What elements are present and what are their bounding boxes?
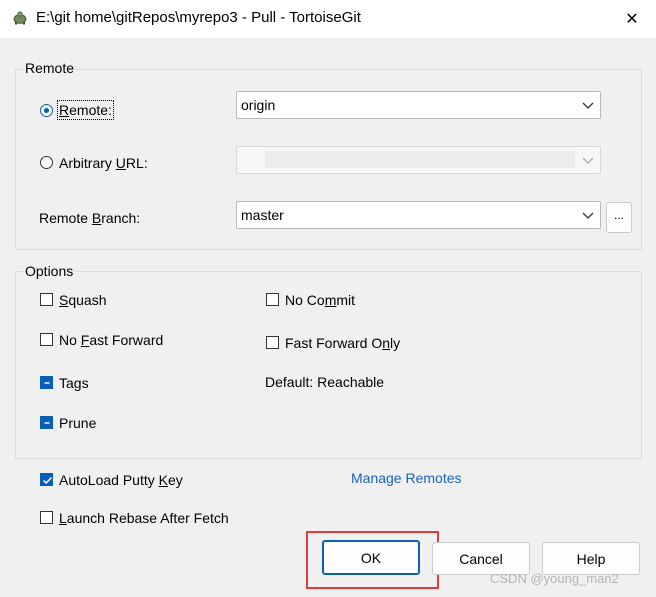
no-commit-checkbox[interactable] xyxy=(266,293,279,306)
fast-forward-only-checkbox[interactable] xyxy=(266,336,279,349)
squash-checkbox[interactable] xyxy=(40,293,53,306)
remote-branch-value: master xyxy=(241,207,284,223)
autoload-putty-key-checkbox[interactable] xyxy=(40,473,53,486)
remote-branch-combobox[interactable]: master xyxy=(236,201,601,229)
remote-branch-label: Remote Branch: xyxy=(39,210,141,226)
indeterminate-dash-icon xyxy=(44,382,50,384)
remote-radio-label[interactable]: Remote: xyxy=(57,100,114,120)
options-group-label: Options xyxy=(24,263,75,279)
launch-rebase-label[interactable]: Launch Rebase After Fetch xyxy=(59,510,229,526)
remote-radio[interactable] xyxy=(40,104,53,117)
chevron-down-icon xyxy=(582,102,594,109)
close-icon[interactable]: ✕ xyxy=(612,4,652,34)
browse-branch-button[interactable]: ... xyxy=(606,202,632,233)
fast-forward-only-label[interactable]: Fast Forward Only xyxy=(285,335,400,351)
arbitrary-url-radio[interactable] xyxy=(40,156,53,169)
prune-label[interactable]: Prune xyxy=(59,415,96,431)
tags-label[interactable]: Tags xyxy=(59,375,89,391)
arbitrary-url-label[interactable]: Arbitrary URL: xyxy=(59,155,148,171)
autoload-putty-key-label[interactable]: AutoLoad Putty Key xyxy=(59,472,183,488)
squash-label[interactable]: Squash xyxy=(59,292,107,308)
tags-default-text: Default: Reachable xyxy=(265,374,385,390)
chevron-down-icon xyxy=(582,212,594,219)
arbitrary-url-combobox[interactable] xyxy=(236,146,601,174)
no-commit-label[interactable]: No Commit xyxy=(285,292,355,308)
checkmark-icon xyxy=(42,476,53,485)
prune-checkbox[interactable] xyxy=(40,416,53,429)
manage-remotes-link[interactable]: Manage Remotes xyxy=(351,470,462,486)
csdn-watermark: CSDN @young_man2 xyxy=(490,571,619,586)
window-title: E:\git home\gitRepos\myrepo3 - Pull - To… xyxy=(36,9,361,26)
arbitrary-url-field xyxy=(265,151,575,168)
tortoisegit-app-icon xyxy=(12,10,28,26)
no-fast-forward-checkbox[interactable] xyxy=(40,333,53,346)
ok-button[interactable]: OK xyxy=(322,540,420,575)
title-bar: E:\git home\gitRepos\myrepo3 - Pull - To… xyxy=(0,0,656,38)
remote-group-label: Remote xyxy=(24,60,76,76)
indeterminate-dash-icon xyxy=(44,422,50,424)
chevron-down-icon xyxy=(582,157,594,164)
remote-combobox[interactable]: origin xyxy=(236,91,601,119)
tags-checkbox[interactable] xyxy=(40,376,53,389)
launch-rebase-checkbox[interactable] xyxy=(40,511,53,524)
remote-combobox-value: origin xyxy=(241,97,276,113)
no-fast-forward-label[interactable]: No Fast Forward xyxy=(59,332,163,348)
